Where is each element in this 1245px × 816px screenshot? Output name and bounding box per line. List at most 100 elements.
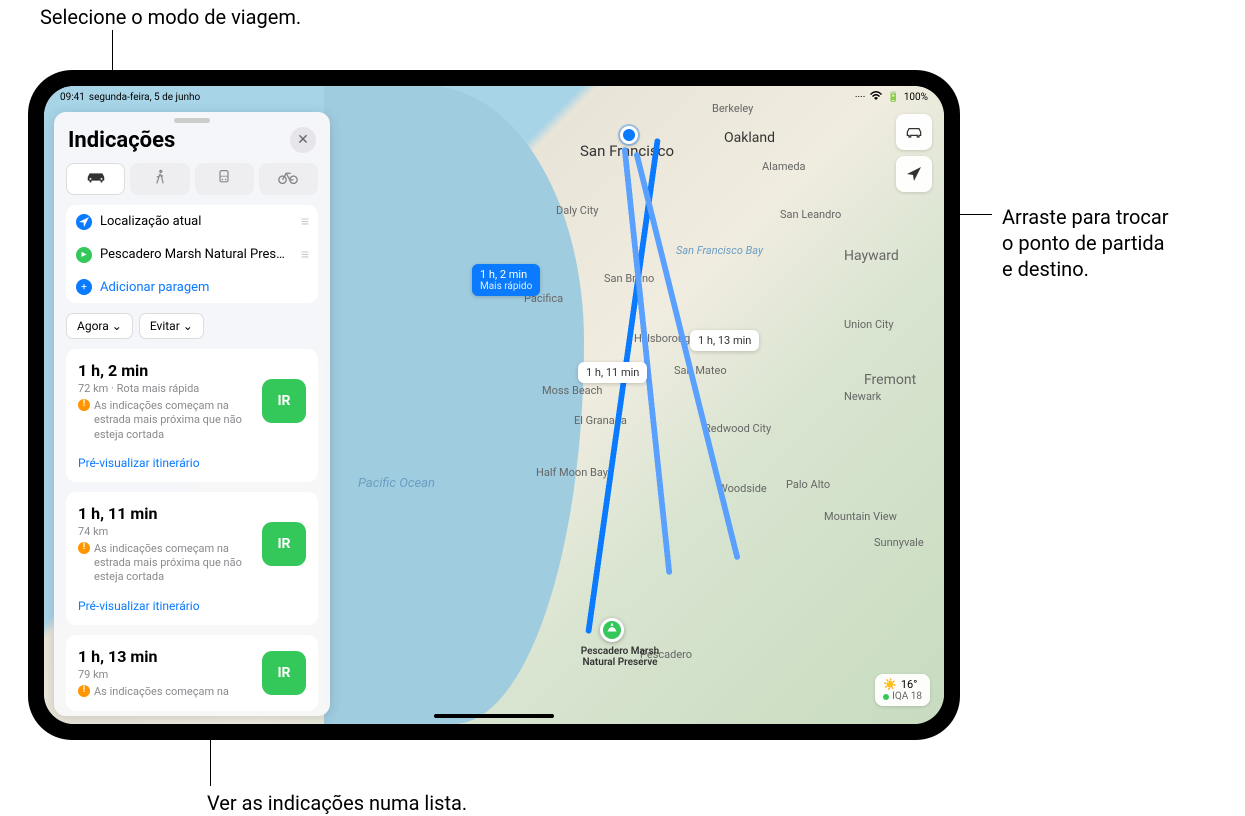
home-indicator[interactable] [434, 714, 554, 718]
city-sanmateo: San Mateo [674, 364, 727, 377]
city-sanleandro: San Leandro [780, 208, 841, 221]
city-mtnview: Mountain View [824, 510, 897, 523]
bike-icon [277, 169, 299, 189]
warning-icon: ! [78, 542, 90, 554]
routes-list[interactable]: 1 h, 2 min 72 km · Rota mais rápida ! As… [54, 349, 330, 716]
route-card-2[interactable]: 1 h, 13 min 79 km ! As indicações começa… [66, 635, 318, 711]
depart-time-label: Agora [77, 319, 109, 333]
mode-tab-car[interactable] [66, 163, 125, 195]
route-card-1[interactable]: 1 h, 11 min 74 km ! As indicações começa… [66, 492, 318, 625]
route-sub: 72 km · Rota mais rápida [78, 382, 254, 395]
route-pill-alt1[interactable]: 1 h, 11 min [578, 362, 647, 383]
route-pill-primary-sub: Mais rápido [480, 281, 532, 292]
warning-icon: ! [78, 685, 90, 697]
go-button[interactable]: IR [262, 379, 306, 423]
annotation-top: Selecione o modo de viagem. [40, 4, 301, 30]
route-time: 1 h, 11 min [78, 504, 254, 523]
panel-title: Indicações [68, 128, 175, 153]
car-icon [85, 169, 107, 189]
route-pill-alt2[interactable]: 1 h, 13 min [690, 330, 759, 351]
mode-tab-walk[interactable] [130, 163, 189, 195]
route-warning-text: As indicações começam na estrada mais pr… [94, 399, 254, 442]
route-warning: ! As indicações começam na [78, 685, 254, 699]
go-button[interactable]: IR [262, 651, 306, 695]
drag-handle-icon[interactable]: ≡ [301, 213, 308, 230]
avoid-chip[interactable]: Evitar ⌄ [139, 313, 204, 339]
go-button[interactable]: IR [262, 522, 306, 566]
city-redwood: Redwood City [704, 422, 771, 435]
route-pill-primary[interactable]: 1 h, 2 min Mais rápido [472, 264, 540, 296]
warning-icon: ! [78, 399, 90, 411]
preview-route-link[interactable]: Pré-visualizar itinerário [78, 599, 306, 613]
route-sub: 74 km [78, 525, 254, 538]
city-paloalto: Palo Alto [786, 478, 830, 491]
route-time: 1 h, 2 min [78, 361, 254, 380]
travel-mode-tabs [54, 163, 330, 205]
route-sub: 79 km [78, 668, 254, 681]
city-dalycity: Daly City [556, 204, 598, 217]
status-bar: 09:41 segunda-feira, 5 de junho ···· 🔋 1… [44, 86, 944, 108]
close-icon: ✕ [297, 132, 309, 148]
annotation-right-l1: Arraste para trocar [1002, 205, 1169, 229]
annotation-bottom: Ver as indicações numa lista. [207, 790, 467, 816]
city-sanbruno: San Bruno [604, 272, 654, 285]
destination-marker[interactable] [600, 618, 624, 642]
route-warning: ! As indicações começam na estrada mais … [78, 399, 254, 442]
city-mossbeach: Moss Beach [542, 384, 602, 397]
stops-card: Localização atual ≡ ▸ Pescadero Marsh Na… [66, 205, 318, 303]
annotation-right: Arraste para trocar o ponto de partida e… [1002, 204, 1169, 282]
route-time: 1 h, 13 min [78, 647, 254, 666]
wifi-icon [869, 91, 883, 104]
weather-aqi: IQA 18 [892, 691, 922, 702]
drag-handle-icon[interactable]: ≡ [301, 246, 308, 263]
stop-row-origin[interactable]: Localização atual ≡ [66, 205, 318, 238]
close-button[interactable]: ✕ [290, 127, 316, 153]
avoid-label: Evitar [150, 319, 180, 333]
bay-label: San Francisco Bay [676, 244, 763, 257]
city-newark: Newark [844, 390, 881, 403]
stop-row-destination[interactable]: ▸ Pescadero Marsh Natural Pres… ≡ [66, 238, 318, 271]
annotation-right-l2: o ponto de partida [1002, 231, 1165, 255]
depart-time-chip[interactable]: Agora ⌄ [66, 313, 133, 339]
battery-icon: 🔋 [887, 92, 899, 103]
plus-icon: + [76, 279, 92, 295]
route-warning: ! As indicações começam na estrada mais … [78, 542, 254, 585]
route-warning-text: As indicações começam na [94, 685, 229, 699]
city-fremont: Fremont [864, 372, 916, 388]
destination-label: Pescadero Marsh Natural Preserve [572, 646, 668, 668]
panel-grabber[interactable] [174, 118, 210, 123]
locate-button[interactable] [896, 156, 932, 192]
city-woodside: Woodside [718, 482, 767, 495]
origin-text: Localização atual [100, 214, 293, 229]
walk-icon [149, 169, 171, 189]
mode-tab-transit[interactable] [195, 163, 254, 195]
route-warning-text: As indicações começam na estrada mais pr… [94, 542, 254, 585]
destination-text: Pescadero Marsh Natural Pres… [100, 247, 293, 262]
route-pill-primary-time: 1 h, 2 min [480, 268, 527, 281]
ocean-label: Pacific Ocean [358, 476, 435, 491]
mode-tab-bike[interactable] [259, 163, 318, 195]
status-time: 09:41 [60, 92, 85, 103]
destination-icon: ▸ [76, 247, 92, 263]
location-icon [76, 214, 92, 230]
ipad-frame: 09:41 segunda-feira, 5 de junho ···· 🔋 1… [28, 70, 960, 740]
preview-route-link[interactable]: Pré-visualizar itinerário [78, 456, 306, 470]
city-oakland: Oakland [724, 130, 775, 146]
city-hayward: Hayward [844, 248, 899, 264]
transit-icon [213, 169, 235, 189]
add-stop-text: Adicionar paragem [100, 280, 308, 295]
sun-icon: ☀️ [883, 678, 897, 691]
options-row: Agora ⌄ Evitar ⌄ [54, 313, 330, 349]
map-water [324, 86, 584, 724]
weather-badge[interactable]: ☀️ 16° IQA 18 [875, 674, 930, 706]
add-stop-button[interactable]: + Adicionar paragem [66, 271, 318, 303]
map-mode-button[interactable] [896, 114, 932, 150]
status-date: segunda-feira, 5 de junho [89, 92, 200, 103]
weather-temp: 16° [901, 678, 917, 691]
city-unioncity: Union City [844, 318, 894, 331]
city-sunnyvale: Sunnyvale [874, 536, 924, 549]
screen: 09:41 segunda-feira, 5 de junho ···· 🔋 1… [44, 86, 944, 724]
route-card-0[interactable]: 1 h, 2 min 72 km · Rota mais rápida ! As… [66, 349, 318, 482]
city-halfmoon: Half Moon Bay [536, 466, 608, 479]
status-dots: ···· [855, 92, 865, 103]
